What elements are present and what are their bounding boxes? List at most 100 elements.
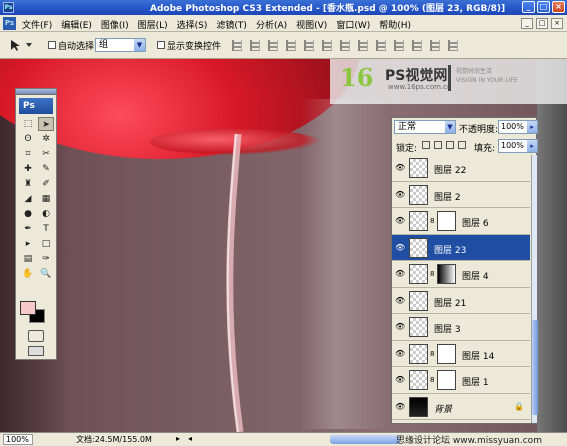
magic-wand-icon[interactable]: ✲ (38, 132, 54, 146)
distribute-top-icon[interactable] (340, 40, 350, 51)
doc-close-button[interactable]: × (551, 18, 563, 29)
marquee-icon[interactable]: ⬚ (20, 117, 36, 131)
menu-file[interactable]: 文件(F) (22, 18, 52, 31)
eyedropper-icon[interactable]: ✑ (38, 252, 54, 266)
hand-icon[interactable]: ✋ (20, 267, 36, 281)
distribute-vcenter-icon[interactable] (358, 40, 368, 51)
distribute-bottom-icon[interactable] (376, 40, 386, 51)
path-select-icon[interactable]: ▸ (20, 237, 36, 251)
link-chain-icon[interactable]: 8 (430, 270, 434, 278)
layer-row[interactable]: 👁 图层 23 (392, 234, 530, 261)
zoom-field[interactable]: 100% (3, 434, 33, 445)
tools-palette-grip[interactable] (16, 89, 56, 95)
horizontal-scrollbar-thumb[interactable] (330, 435, 400, 444)
eye-icon[interactable]: 👁 (395, 296, 407, 305)
blend-mode-dropdown[interactable]: 正常 ▼ (394, 120, 456, 134)
menu-help[interactable]: 帮助(H) (379, 18, 411, 31)
maximize-button[interactable]: □ (537, 1, 550, 13)
eye-icon[interactable]: 👁 (395, 323, 407, 331)
minimize-button[interactable]: _ (522, 1, 535, 13)
distribute-right-icon[interactable] (430, 40, 440, 51)
scroll-left-icon[interactable]: ◂ (188, 434, 192, 443)
ps-menu-logo-icon[interactable]: Ps (3, 17, 16, 30)
auto-align-icon[interactable] (448, 40, 458, 51)
brush-icon[interactable]: ✎ (38, 162, 54, 176)
eye-icon[interactable]: 👁 (395, 270, 407, 278)
layer-mask-thumbnail[interactable] (437, 264, 456, 284)
foreground-color-swatch[interactable] (20, 301, 36, 315)
dodge-icon[interactable]: ◐ (38, 207, 54, 221)
eye-icon[interactable]: 👁 (395, 349, 407, 358)
history-brush-icon[interactable]: ✐ (38, 177, 54, 191)
auto-select-dropdown[interactable]: 组 ▼ (95, 38, 146, 52)
layer-mask-thumbnail[interactable] (437, 370, 456, 390)
menu-image[interactable]: 图像(I) (101, 18, 129, 31)
screen-mode-icon[interactable] (28, 346, 44, 356)
link-chain-icon[interactable]: 8 (430, 217, 434, 225)
eye-icon[interactable]: 👁 (395, 243, 407, 252)
menu-view[interactable]: 视图(V) (296, 18, 327, 31)
layer-row[interactable]: 👁 8 图层 6 (392, 208, 530, 235)
fill-input[interactable]: 100% ▸ (498, 139, 538, 153)
layer-row[interactable]: 👁 图层 3 (392, 314, 530, 341)
quick-mask-icon[interactable] (28, 330, 44, 342)
zoom-icon[interactable]: 🔍 (38, 267, 54, 281)
layers-scrollbar[interactable] (531, 155, 538, 423)
lock-all-icon[interactable] (458, 141, 466, 149)
align-vcenter-icon[interactable] (250, 40, 260, 51)
menu-select[interactable]: 选择(S) (177, 18, 208, 31)
layer-row[interactable]: 👁 8 图层 14 (392, 340, 530, 367)
link-chain-icon[interactable]: 8 (430, 376, 434, 384)
align-bottom-icon[interactable] (268, 40, 278, 51)
blur-icon[interactable]: ● (20, 207, 36, 221)
eye-icon[interactable]: 👁 (395, 402, 407, 411)
eye-icon[interactable]: 👁 (395, 190, 407, 199)
menu-analysis[interactable]: 分析(A) (256, 18, 287, 31)
layers-scrollbar-thumb[interactable] (532, 320, 538, 415)
layer-row[interactable]: 👁 8 图层 1 (392, 367, 530, 394)
layer-row[interactable]: 👁 8 图层 4 (392, 261, 530, 288)
healing-icon[interactable]: ✚ (20, 162, 36, 176)
distribute-left-icon[interactable] (394, 40, 404, 51)
type-icon[interactable]: T (38, 222, 54, 236)
opacity-input[interactable]: 100% ▸ (498, 120, 538, 134)
crop-icon[interactable]: ⌗ (20, 147, 36, 161)
menu-filter[interactable]: 滤镜(T) (216, 18, 247, 31)
lock-transparency-icon[interactable] (422, 141, 430, 149)
doc-minimize-button[interactable]: _ (521, 18, 533, 29)
move-icon[interactable]: ➤ (38, 117, 54, 131)
layer-row[interactable]: 👁 图层 22 (392, 155, 530, 182)
shape-icon[interactable]: □ (38, 237, 54, 251)
pen-icon[interactable]: ✒ (20, 222, 36, 236)
notes-icon[interactable]: ▤ (20, 252, 36, 266)
doc-restore-button[interactable]: □ (536, 18, 548, 29)
eye-icon[interactable]: 👁 (395, 217, 407, 225)
lock-position-icon[interactable] (446, 141, 454, 149)
menu-edit[interactable]: 编辑(E) (61, 18, 92, 31)
stamp-icon[interactable]: ♜ (20, 177, 36, 191)
auto-select-checkbox[interactable] (48, 41, 56, 49)
move-tool-preset-icon[interactable] (8, 38, 36, 53)
eye-icon[interactable]: 👁 (395, 376, 407, 384)
menu-layer[interactable]: 图层(L) (138, 18, 168, 31)
slice-icon[interactable]: ✂ (38, 147, 54, 161)
align-hcenter-icon[interactable] (304, 40, 314, 51)
gradient-icon[interactable]: ▦ (38, 192, 54, 206)
lock-pixels-icon[interactable] (434, 141, 442, 149)
eraser-icon[interactable]: ◢ (20, 192, 36, 206)
document-info[interactable]: 文档:24.5M/155.0M (76, 434, 152, 445)
eye-icon[interactable]: 👁 (395, 164, 407, 172)
show-transform-checkbox[interactable] (157, 41, 165, 49)
link-chain-icon[interactable]: 8 (430, 350, 434, 358)
ps-badge-icon[interactable]: Ps (19, 98, 53, 114)
align-left-icon[interactable] (286, 40, 296, 51)
layer-mask-thumbnail[interactable] (437, 343, 456, 364)
status-menu-arrow-icon[interactable]: ▸ (176, 434, 180, 443)
lasso-icon[interactable]: ʘ (20, 132, 36, 146)
menu-window[interactable]: 窗口(W) (336, 18, 370, 31)
layer-row[interactable]: 👁 图层 2 (392, 181, 530, 208)
layer-mask-thumbnail[interactable] (437, 211, 456, 231)
align-right-icon[interactable] (322, 40, 332, 51)
close-button[interactable]: × (552, 1, 565, 13)
layer-row[interactable]: 👁 图层 21 (392, 287, 530, 314)
